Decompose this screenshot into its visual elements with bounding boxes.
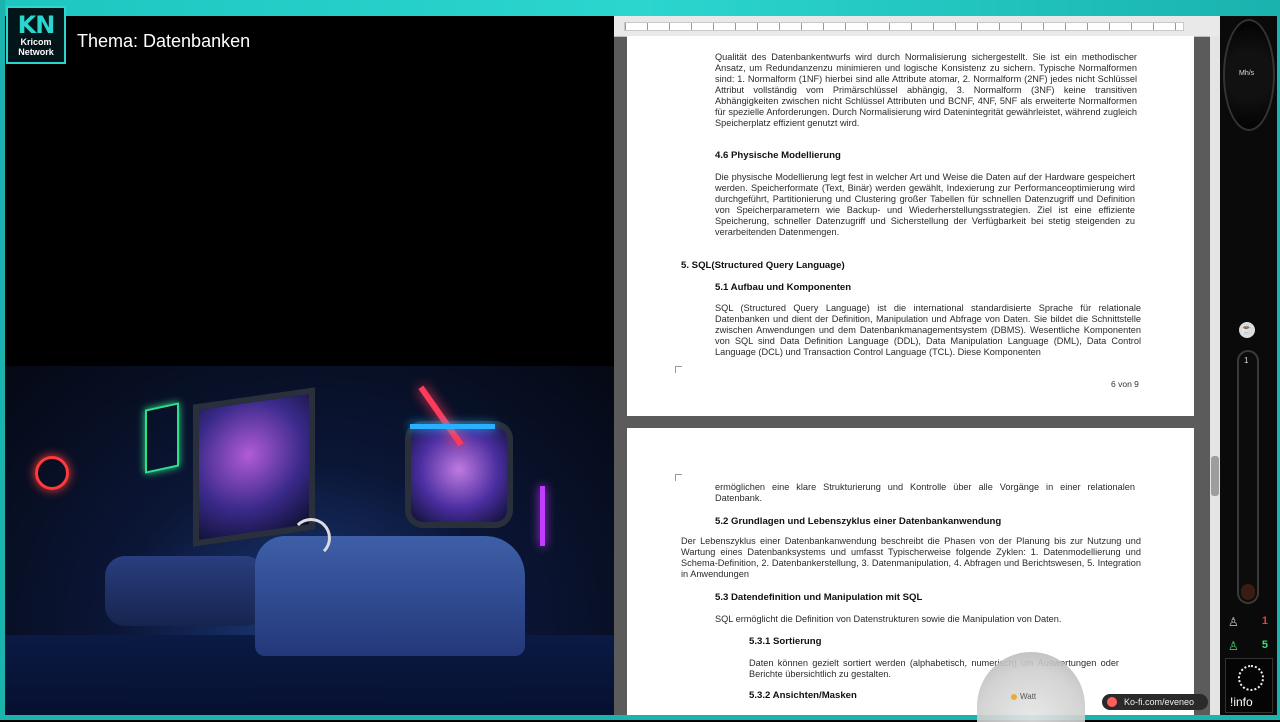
- scene-bed: [255, 536, 525, 656]
- paragraph-5-3: SQL ermöglicht die Definition von Datens…: [715, 614, 1062, 624]
- hashrate-gauge: Mh/s: [1223, 19, 1275, 131]
- vertical-scrollbar[interactable]: [1210, 36, 1220, 715]
- user-icon: ♙: [1228, 615, 1239, 629]
- heading-5-3: 5.3 Datendefinition und Manipulation mit…: [715, 592, 923, 603]
- topic-title: Thema: Datenbanken: [77, 31, 251, 51]
- info-panel: !info: [1225, 658, 1273, 713]
- watt-label: Watt: [1020, 692, 1037, 701]
- scene-panel-red: [35, 456, 69, 490]
- heading-5-2: 5.2 Grundlagen und Lebenszyklus einer Da…: [715, 516, 1002, 527]
- tube-value: 1: [1244, 356, 1249, 365]
- tube-fill: [1241, 584, 1255, 600]
- heading-4-6: 4.6 Physische Modellierung: [715, 150, 841, 161]
- gauge-label: Mh/s: [1239, 70, 1255, 77]
- stat-value-1: 1: [1261, 615, 1268, 627]
- margin-mark: [675, 474, 682, 481]
- kofi-cup-icon: [1107, 697, 1117, 707]
- background-scene-image: [5, 366, 614, 715]
- margin-mark: [675, 366, 682, 373]
- stream-frame-bottom: [0, 715, 1280, 720]
- scene-neon-purple: [540, 486, 545, 546]
- viewer-stat-1: ♙ 1: [1224, 613, 1272, 631]
- user-icon: ♙: [1228, 639, 1239, 653]
- kofi-badge: Ko-fi.com/eveneo: [1102, 694, 1208, 710]
- document-viewer[interactable]: Qualität des Datenbankentwurfs wird durc…: [614, 16, 1220, 715]
- info-label: !info: [1230, 695, 1253, 709]
- loading-spinner-icon: [291, 518, 331, 558]
- document-page-6[interactable]: Qualität des Datenbankentwurfs wird durc…: [627, 36, 1194, 416]
- paragraph-5-1: SQL (Structured Query Language) ist die …: [715, 303, 1141, 357]
- heading-5-3-2: 5.3.2 Ansichten/Masken: [749, 690, 857, 701]
- logo-line1: Kricom: [20, 37, 52, 47]
- page-number: 6 von 9: [1111, 379, 1139, 389]
- channel-logo: KN Kricom Network: [6, 6, 66, 64]
- paragraph-continuation: ermöglichen eine klare Strukturierung un…: [715, 482, 1135, 503]
- burst-icon: [1238, 665, 1264, 691]
- ruler-scale: [624, 22, 1184, 31]
- stream-frame-top: [0, 0, 1280, 16]
- heading-5-3-1: 5.3.1 Sortierung: [749, 636, 822, 647]
- heading-5-1: 5.1 Aufbau und Komponenten: [715, 282, 852, 293]
- logo-line2: Network: [18, 47, 54, 57]
- coffee-icon: ☕: [1239, 322, 1255, 338]
- paragraph-4-6: Die physische Modellierung legt fest in …: [715, 172, 1135, 237]
- scene-panel-green: [145, 402, 179, 474]
- watt-indicator-icon: [1011, 694, 1017, 700]
- viewer-stat-2: ♙ 5: [1224, 637, 1272, 655]
- ruler[interactable]: [614, 16, 1220, 37]
- scene-bench: [105, 556, 265, 626]
- kofi-link-text: Ko-fi.com/eveneo: [1124, 697, 1195, 707]
- paragraph-5-2: Der Lebenszyklus einer Datenbankanwendun…: [681, 536, 1141, 579]
- stat-value-2: 5: [1261, 639, 1268, 651]
- paragraph-normalization: Qualität des Datenbankentwurfs wird durc…: [715, 52, 1137, 128]
- logo-mark: KN: [17, 11, 56, 39]
- heading-5: 5. SQL(Structured Query Language): [681, 260, 845, 271]
- stream-sidebar: Mh/s ☕ 1 ♙ 1 ♙ 5 !info: [1220, 16, 1277, 715]
- scene-neon-blue: [410, 424, 495, 429]
- document-page-7[interactable]: ermöglichen eine klare Strukturierung un…: [627, 428, 1194, 715]
- scrollbar-thumb[interactable]: [1211, 456, 1219, 496]
- progress-tube: 1: [1237, 350, 1259, 604]
